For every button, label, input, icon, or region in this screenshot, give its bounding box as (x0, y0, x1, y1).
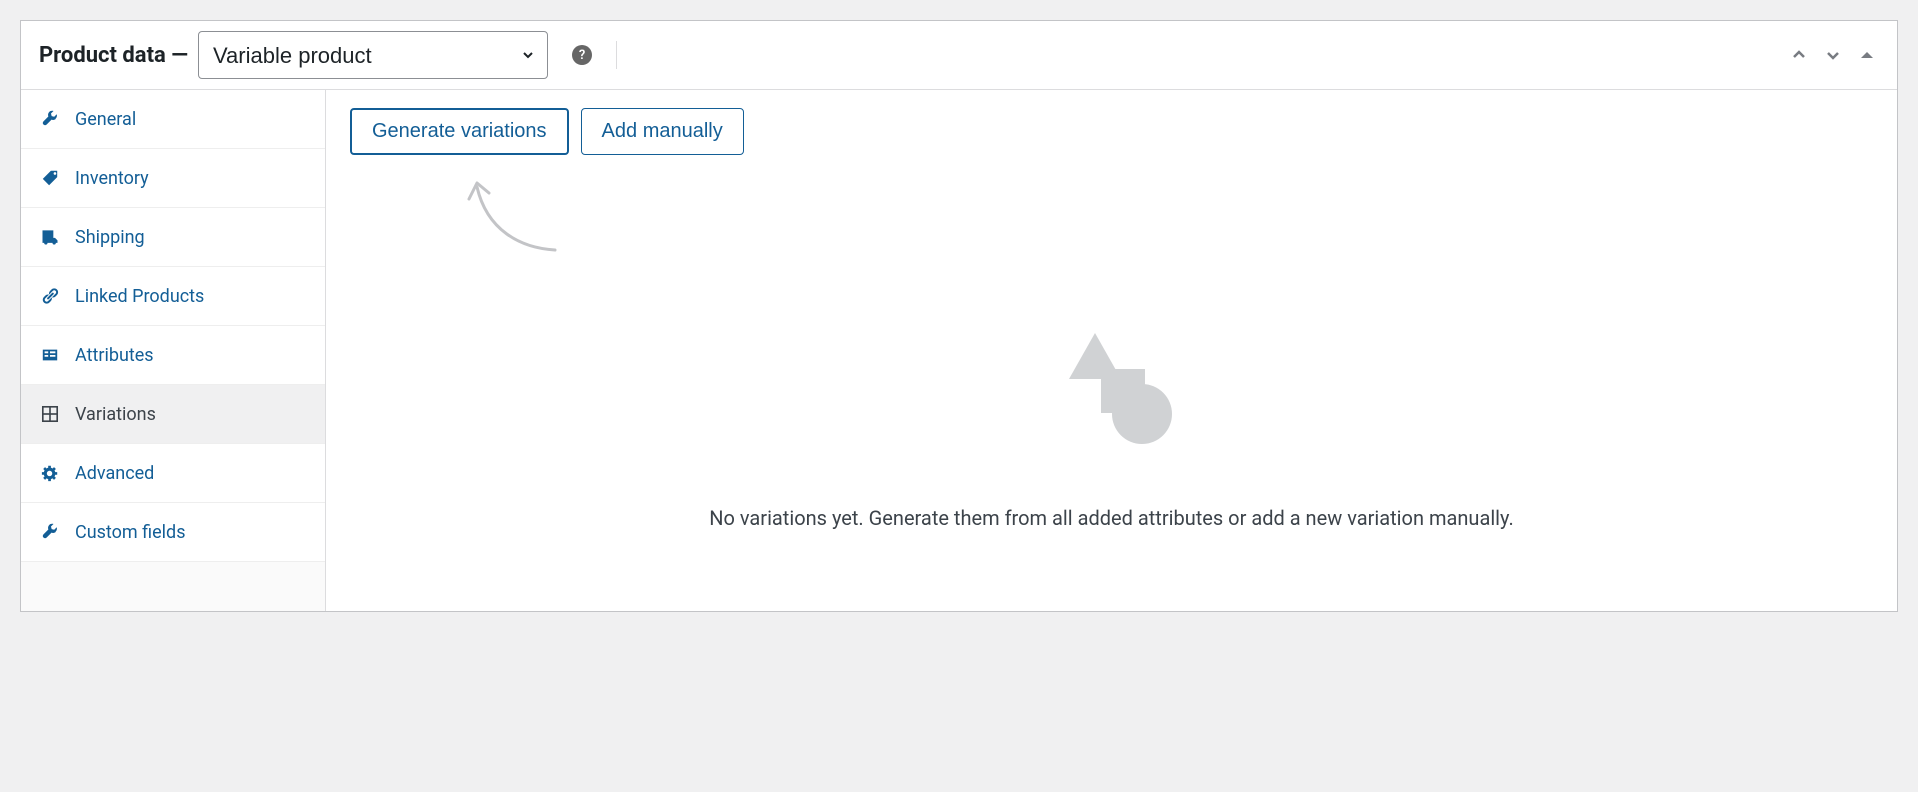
truck-icon (39, 226, 61, 248)
arrow-hint-icon (465, 175, 1873, 259)
content-area: Generate variations Add manually (326, 90, 1897, 611)
move-down-button[interactable] (1821, 43, 1845, 67)
sidebar-tab-custom-fields[interactable]: Custom fields (21, 503, 325, 562)
panel-body: General Inventory Shipping (21, 90, 1897, 611)
toggle-collapse-button[interactable] (1855, 43, 1879, 67)
grid-icon (39, 403, 61, 425)
sidebar-tab-label: Attributes (75, 345, 154, 366)
link-icon (39, 285, 61, 307)
sidebar-tab-label: Inventory (75, 168, 149, 189)
sidebar-tab-label: Custom fields (75, 522, 186, 543)
sidebar-tab-linked-products[interactable]: Linked Products (21, 267, 325, 326)
add-manually-button[interactable]: Add manually (581, 108, 744, 155)
sidebar-tab-label: Variations (75, 404, 156, 425)
sidebar-tab-label: Linked Products (75, 286, 204, 307)
product-type-select[interactable]: Variable product (198, 31, 548, 79)
divider (616, 41, 617, 69)
generate-variations-button[interactable]: Generate variations (350, 108, 569, 155)
card-icon (39, 344, 61, 366)
gear-icon (39, 462, 61, 484)
sidebar-tab-attributes[interactable]: Attributes (21, 326, 325, 385)
sidebar-tab-label: General (75, 109, 136, 130)
sidebar-tab-advanced[interactable]: Advanced (21, 444, 325, 503)
sidebar-tab-variations[interactable]: Variations (21, 385, 325, 444)
panel-header-controls (1787, 43, 1879, 67)
action-buttons: Generate variations Add manually (350, 108, 1873, 155)
sidebar-tabs: General Inventory Shipping (21, 90, 326, 611)
panel-header: Product data — Variable product ? (21, 21, 1897, 90)
product-type-select-wrapper: Variable product (198, 31, 548, 79)
shapes-icon (1047, 329, 1177, 453)
product-data-panel: Product data — Variable product ? (20, 20, 1898, 612)
sidebar-tab-shipping[interactable]: Shipping (21, 208, 325, 267)
sidebar-tab-general[interactable]: General (21, 90, 325, 149)
empty-state: No variations yet. Generate them from al… (350, 259, 1873, 593)
sidebar-tab-inventory[interactable]: Inventory (21, 149, 325, 208)
wrench-icon (39, 108, 61, 130)
sidebar-tab-label: Advanced (75, 463, 154, 484)
wrench-icon (39, 521, 61, 543)
help-icon[interactable]: ? (572, 45, 592, 65)
move-up-button[interactable] (1787, 43, 1811, 67)
sidebar-tab-label: Shipping (75, 227, 145, 248)
empty-state-text: No variations yet. Generate them from al… (709, 503, 1514, 533)
panel-title: Product data — (39, 43, 188, 68)
tag-icon (39, 167, 61, 189)
